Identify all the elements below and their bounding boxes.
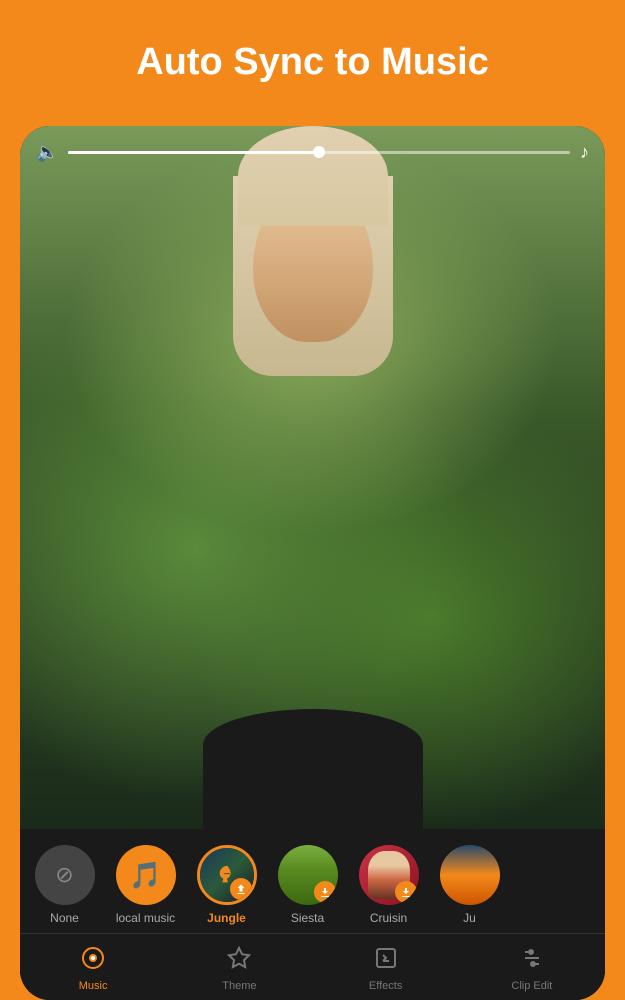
music-label-siesta: Siesta <box>291 911 324 925</box>
progress-fill <box>68 151 319 154</box>
top-section: Auto Sync to Music <box>0 0 625 116</box>
bottom-panel: ⊘ None 🎵 local music <box>20 829 605 1000</box>
music-nav-icon <box>81 946 105 976</box>
music-item-local[interactable]: 🎵 local music <box>113 845 178 925</box>
music-item-siesta[interactable]: Siesta <box>275 845 340 925</box>
music-note-icon: ♪ <box>580 142 589 163</box>
volume-icon: 🔈 <box>36 142 58 163</box>
main-title: Auto Sync to Music <box>136 40 489 86</box>
music-item-cruisin[interactable]: Cruisin <box>356 845 421 925</box>
music-item-none[interactable]: ⊘ None <box>32 845 97 925</box>
theme-nav-icon <box>227 946 251 976</box>
nav-item-effects[interactable]: Effects <box>313 942 459 996</box>
clip-edit-nav-icon <box>520 946 544 976</box>
progress-thumb <box>313 146 325 158</box>
cruisin-download <box>395 881 417 903</box>
nav-label-theme: Theme <box>222 980 256 992</box>
nav-item-clip-edit[interactable]: Clip Edit <box>459 942 605 996</box>
music-label-none: None <box>50 911 79 925</box>
music-label-cruisin: Cruisin <box>370 911 407 925</box>
effects-nav-icon <box>374 946 398 976</box>
progress-bar-overlay[interactable]: 🔈 ♪ <box>36 142 589 163</box>
phone-mockup: 🔈 ♪ ⊘ None <box>20 126 605 1000</box>
music-scroll-row[interactable]: ⊘ None 🎵 local music <box>20 829 605 933</box>
jungle-overlay <box>230 878 252 900</box>
video-area: 🔈 ♪ <box>20 126 605 829</box>
music-label-jungle: Jungle <box>207 911 246 925</box>
music-label-local: local music <box>116 911 175 925</box>
music-item-partial[interactable]: Ju <box>437 845 502 925</box>
nav-item-music[interactable]: Music <box>20 942 166 996</box>
music-item-jungle[interactable]: Jungle <box>194 845 259 925</box>
nav-label-effects: Effects <box>369 980 402 992</box>
progress-track[interactable] <box>68 151 570 154</box>
nav-label-music: Music <box>79 980 108 992</box>
nav-item-theme[interactable]: Theme <box>166 942 312 996</box>
nav-label-clip-edit: Clip Edit <box>511 980 552 992</box>
music-label-partial: Ju <box>463 911 476 925</box>
bottom-nav: Music Theme <box>20 933 605 1000</box>
siesta-download <box>314 881 336 903</box>
